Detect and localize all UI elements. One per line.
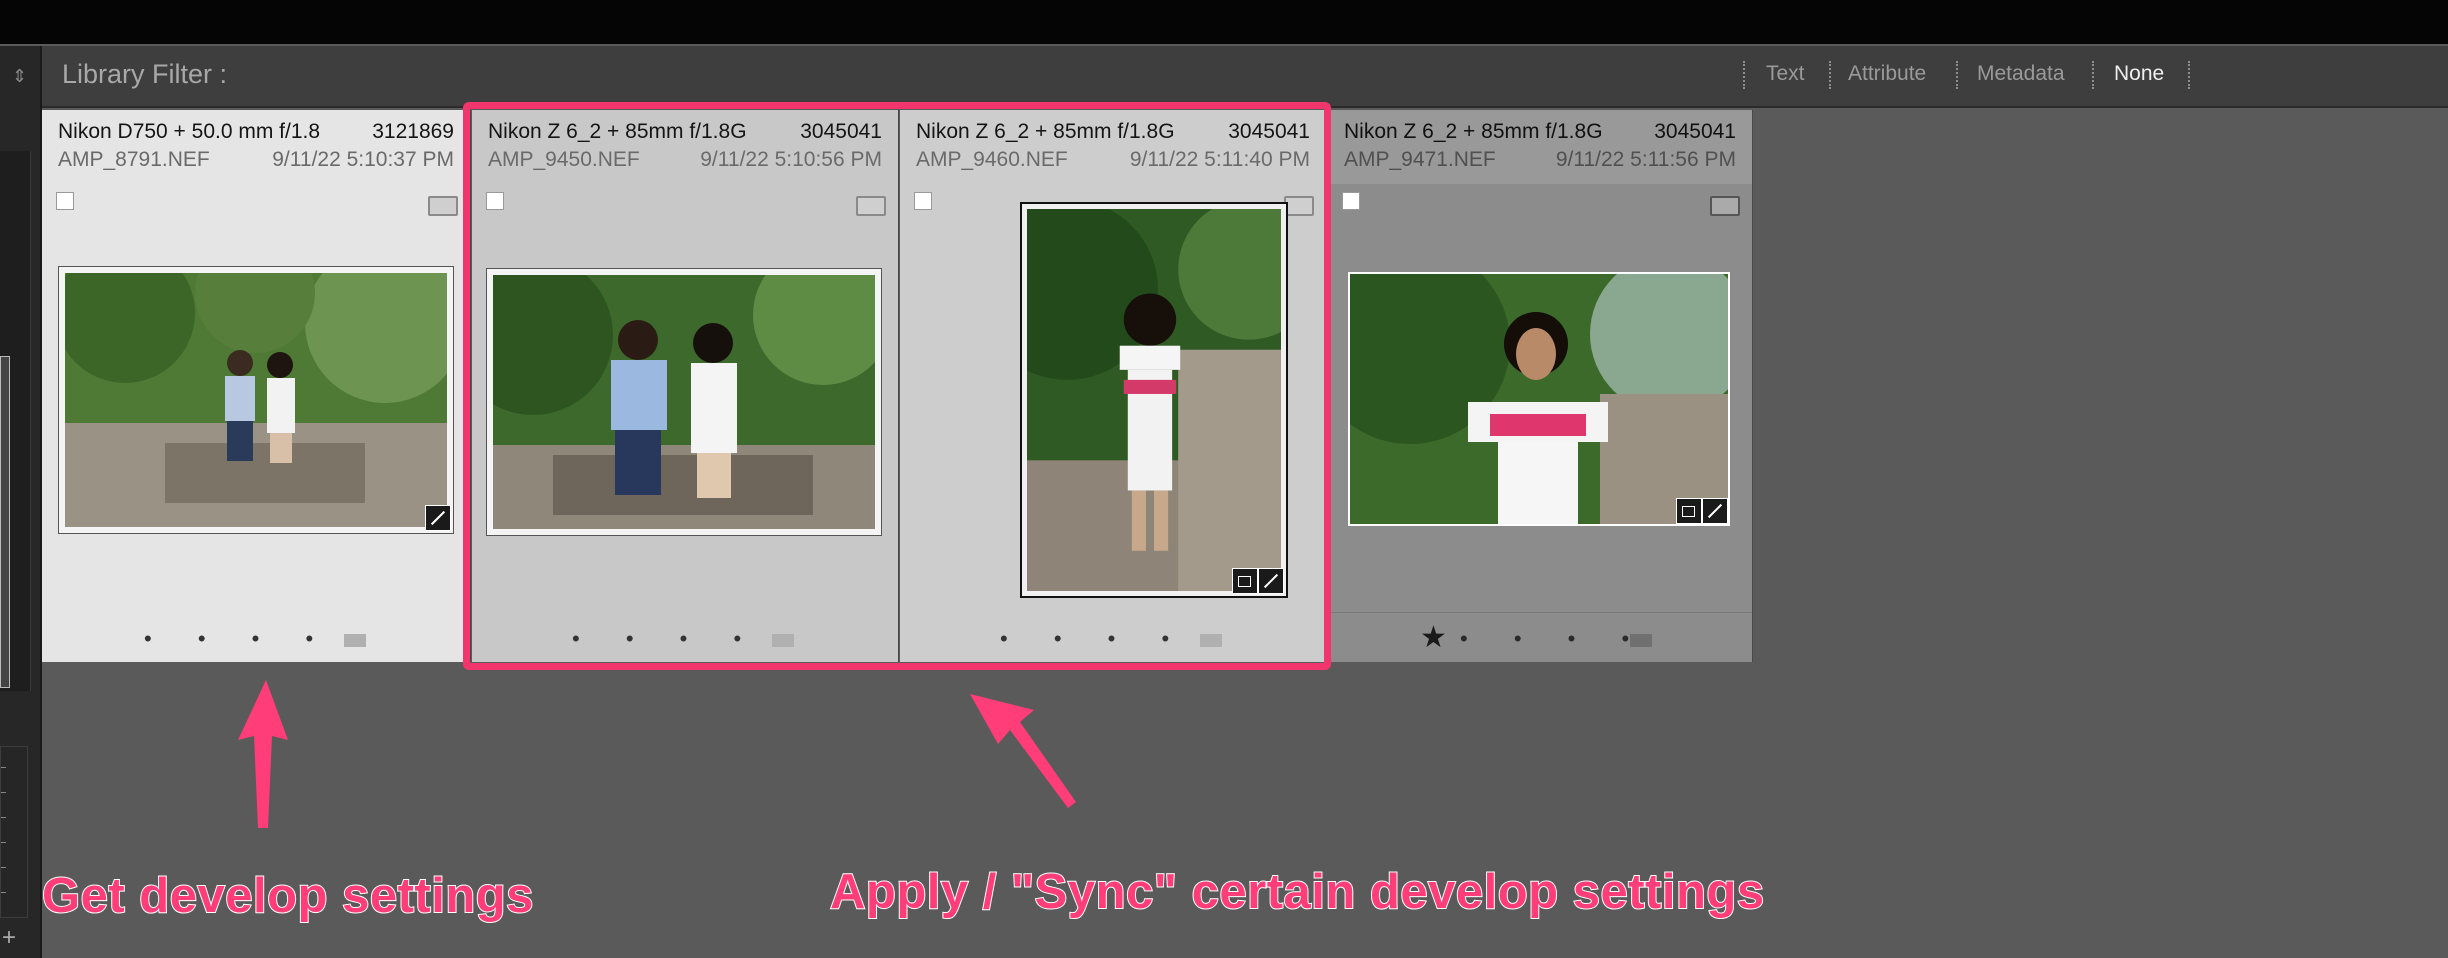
navigator-strip — [0, 151, 31, 691]
sync-selection-highlight — [463, 102, 1331, 670]
rating-row: ★ • • • • — [1328, 620, 1752, 654]
photo-image — [65, 273, 447, 527]
capture-date: 9/11/22 5:11:56 PM — [1555, 148, 1736, 171]
navigator-preview[interactable] — [0, 356, 10, 688]
capture-date: 9/11/22 5:10:37 PM — [272, 148, 454, 171]
panel-tick — [1, 892, 6, 893]
arrow-diagonal-icon — [970, 694, 1076, 808]
camera-info: Nikon D750 + 50.0 mm f/1.8 — [58, 120, 321, 143]
library-filter-bar: Library Filter : Text Attribute Metadata… — [42, 46, 2448, 108]
grid-cell-4[interactable]: Nikon Z 6_2 + 85mm f/1.8G 3045041 AMP_94… — [1328, 110, 1753, 662]
virtual-copy-badge-icon — [428, 196, 458, 216]
rating-row: • • • • • — [42, 620, 470, 651]
thumbnail[interactable] — [1348, 272, 1730, 526]
pick-flag-icon[interactable] — [1342, 192, 1360, 210]
color-label-icon[interactable] — [1630, 634, 1652, 647]
photo-image — [1350, 274, 1728, 524]
filter-option-attribute[interactable]: Attribute — [1848, 62, 1926, 86]
filter-separator — [1956, 61, 1958, 89]
filter-separator — [1743, 61, 1745, 89]
file-size: 3045041 — [1654, 120, 1736, 143]
filter-option-text[interactable]: Text — [1766, 62, 1805, 86]
arrow-up-icon — [238, 680, 288, 828]
file-size: 3121869 — [372, 120, 454, 143]
rating-dots[interactable]: • • • • — [1460, 626, 1649, 652]
left-panel: ⇕ + — [0, 46, 42, 958]
filter-option-none[interactable]: None — [2114, 62, 2164, 86]
virtual-copy-badge-icon — [1710, 196, 1740, 216]
add-collection-icon[interactable]: + — [2, 924, 16, 952]
panel-tick — [1, 842, 6, 843]
filter-separator — [1829, 61, 1831, 89]
develop-adjusted-icon[interactable] — [425, 505, 451, 531]
color-label-icon[interactable] — [344, 634, 366, 647]
annotation-sync-settings: Apply / "Sync" certain develop settings — [829, 864, 1765, 920]
annotation-get-settings: Get develop settings — [41, 868, 534, 924]
panel-tick — [1, 792, 6, 793]
file-name: AMP_8791.NEF — [58, 148, 210, 171]
pick-flag-icon[interactable] — [56, 192, 74, 210]
window-title-bar — [0, 0, 2448, 44]
panel-tick — [1, 767, 6, 768]
library-filter-title: Library Filter : — [62, 59, 228, 89]
file-name: AMP_9471.NEF — [1344, 148, 1496, 171]
filter-option-metadata[interactable]: Metadata — [1977, 62, 2065, 86]
panel-sort-icon[interactable]: ⇕ — [12, 66, 27, 87]
panel-tick — [1, 867, 6, 868]
filter-separator — [2092, 61, 2094, 89]
filter-separator — [2188, 61, 2190, 89]
cell-footer-divider — [1328, 612, 1752, 613]
crop-adjusted-icon[interactable] — [1676, 498, 1702, 524]
panel-tick — [1, 817, 6, 818]
develop-adjusted-icon[interactable] — [1702, 498, 1728, 524]
star-icon[interactable]: ★ — [1420, 620, 1447, 655]
thumbnail[interactable] — [58, 266, 454, 534]
grid-cell-1[interactable]: Nikon D750 + 50.0 mm f/1.8 3121869 AMP_8… — [42, 110, 471, 662]
camera-info: Nikon Z 6_2 + 85mm f/1.8G — [1344, 120, 1603, 143]
collections-strip — [0, 746, 28, 918]
